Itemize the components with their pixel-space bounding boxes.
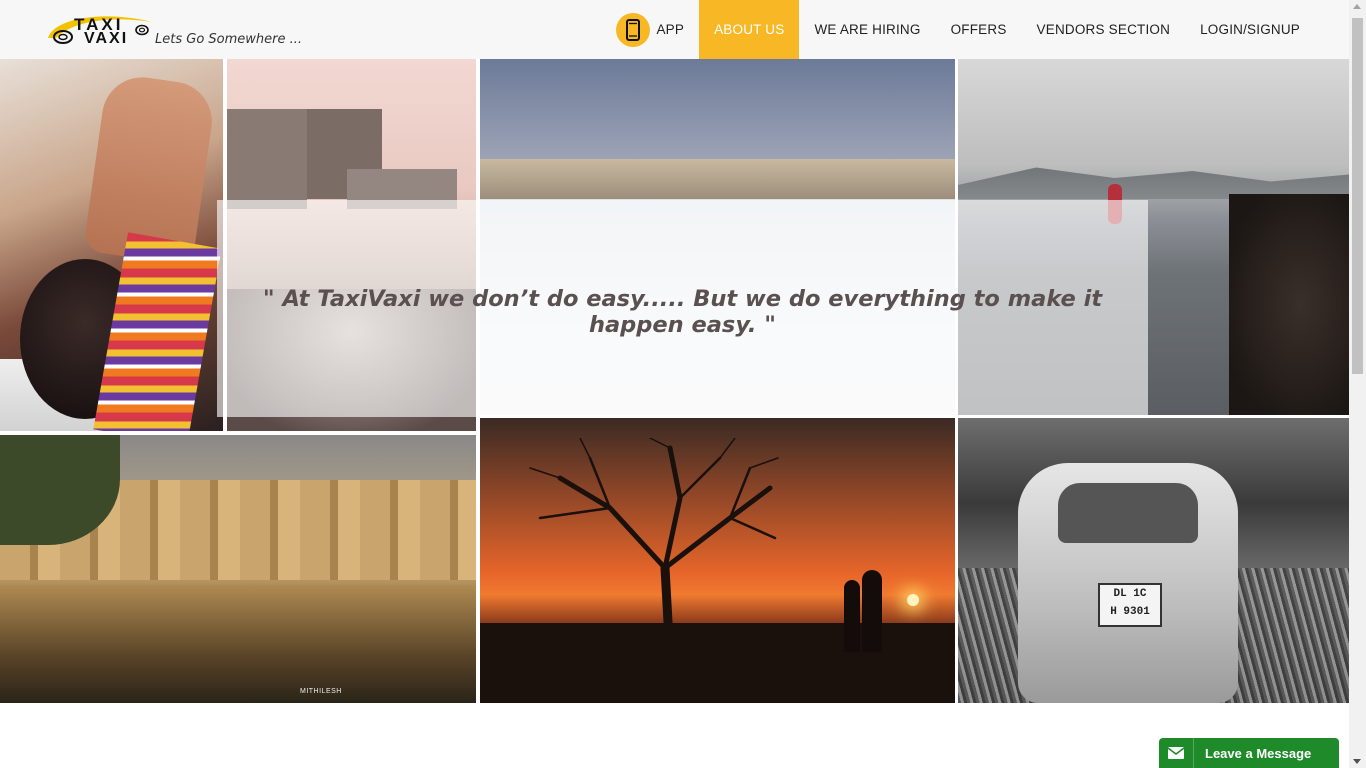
main-navigation: APP ABOUT US WE ARE HIRING OFFERS VENDOR… [616,0,1315,59]
scrollbar-thumb[interactable] [1352,18,1363,374]
nav-item-about-us[interactable]: ABOUT US [699,0,800,59]
photo-ambassador-car: DL 1C H 9301 [958,418,1349,703]
logo-text-vaxi: VAXI [84,30,129,47]
nav-item-offers[interactable]: OFFERS [936,0,1022,59]
photo-fort-lake: MITHILESH [0,435,476,703]
leave-message-button[interactable]: Leave a Message [1159,738,1339,768]
mobile-phone-icon [616,12,651,47]
photo-credit: MITHILESH [300,688,342,695]
scroll-down-arrow-icon[interactable] [1353,759,1361,764]
hero-quote: " At TaxiVaxi we don’t do easy..... But … [262,286,1103,338]
vintage-car: DL 1C H 9301 [1018,463,1238,703]
nav-item-app[interactable]: APP [616,0,699,59]
nav-item-login-signup[interactable]: LOGIN/SIGNUP [1185,0,1315,59]
license-plate: DL 1C H 9301 [1098,583,1162,627]
photo-sunset-couple [480,418,955,703]
site-header: TAXI VAXI Lets Go Somewhere ... APP ABOU… [0,0,1349,59]
nav-item-vendors-section[interactable]: VENDORS SECTION [1022,0,1186,59]
taxivaxi-logo[interactable]: TAXI VAXI Lets Go Somewhere ... [40,6,303,54]
nav-item-we-are-hiring[interactable]: WE ARE HIRING [799,0,935,59]
photo-wristbands [0,59,223,431]
page-scrollbar[interactable] [1349,0,1366,768]
quote-panel: " At TaxiVaxi we don’t do easy..... But … [217,200,1148,417]
sun [907,594,919,606]
nav-item-app-label: APP [656,22,685,37]
leave-message-label: Leave a Message [1205,745,1312,761]
envelope-icon [1159,738,1193,768]
scroll-up-arrow-icon[interactable] [1353,4,1361,9]
tagline: Lets Go Somewhere ... [155,32,303,47]
